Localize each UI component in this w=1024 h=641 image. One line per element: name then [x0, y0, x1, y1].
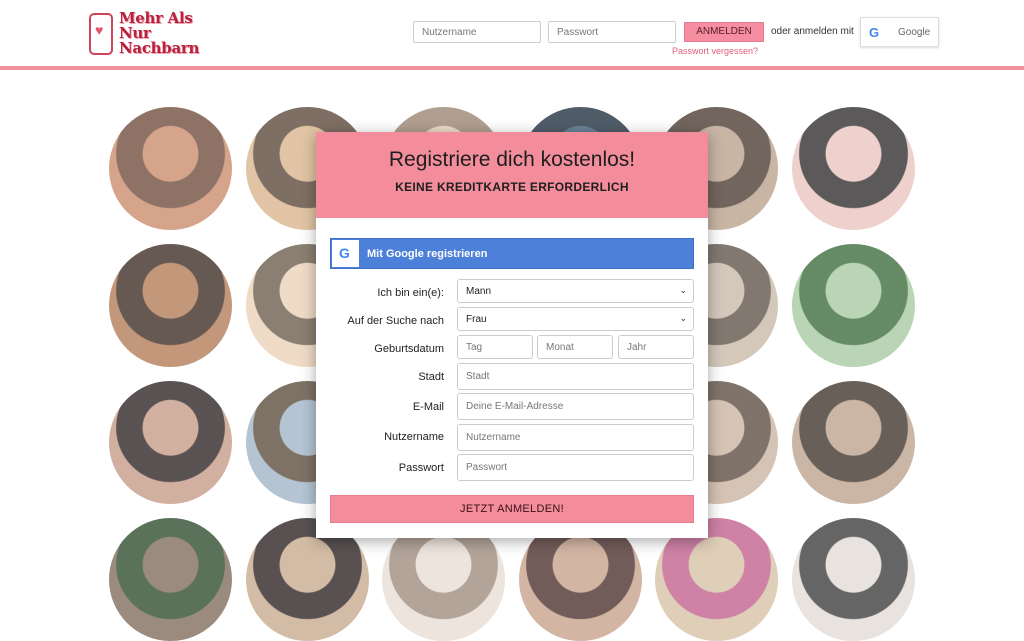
profile-photo: [792, 518, 915, 641]
city-input[interactable]: Stadt: [457, 363, 694, 390]
birth-day-input[interactable]: Tag: [457, 335, 533, 359]
google-login-button[interactable]: G Google: [860, 17, 939, 47]
or-login-with-text: oder anmelden mit: [771, 26, 854, 37]
profile-photo: [792, 107, 915, 230]
seeking-label: Auf der Suche nach: [347, 315, 444, 327]
chevron-down-icon: ⌄: [679, 313, 687, 323]
profile-photo: [109, 381, 232, 504]
seeking-value: Frau: [466, 314, 487, 325]
profile-photo: [109, 244, 232, 367]
signup-title: Registriere dich kostenlos!: [388, 148, 636, 171]
password-input[interactable]: Passwort: [457, 454, 694, 481]
google-register-label: Mit Google registrieren: [367, 248, 488, 260]
google-icon: G: [332, 240, 359, 267]
google-login-label: Google: [898, 27, 931, 38]
profile-photo: [792, 244, 915, 367]
top-bar: ♥ Mehr Als Nur Nachbarn Nutzername Passw…: [0, 0, 1024, 70]
profile-photo: [792, 381, 915, 504]
birth-year-input[interactable]: Jahr: [618, 335, 694, 359]
phone-heart-icon: ♥: [89, 13, 113, 55]
header-username-input[interactable]: Nutzername: [413, 21, 541, 43]
seeking-select[interactable]: Frau ⌄: [457, 307, 694, 331]
email-input[interactable]: Deine E-Mail-Adresse: [457, 393, 694, 420]
login-button[interactable]: ANMELDEN: [684, 22, 764, 42]
username-input[interactable]: Nutzername: [457, 424, 694, 451]
site-logo[interactable]: ♥ Mehr Als Nur Nachbarn: [89, 11, 209, 57]
chevron-down-icon: ⌄: [679, 285, 687, 295]
register-submit-button[interactable]: JETZT ANMELDEN!: [330, 495, 694, 523]
gender-value: Mann: [466, 286, 492, 297]
gender-label: Ich bin ein(e):: [377, 287, 444, 299]
gender-select[interactable]: Mann ⌄: [457, 279, 694, 303]
email-label: E-Mail: [412, 401, 444, 413]
profile-photo: [109, 107, 232, 230]
signup-subtitle: KEINE KREDITKARTE ERFORDERLICH: [395, 180, 629, 194]
logo-text: Mehr Als Nur Nachbarn: [119, 9, 200, 57]
google-register-button[interactable]: G Mit Google registrieren: [330, 238, 694, 269]
password-label: Passwort: [398, 462, 444, 474]
header-password-input[interactable]: Passwort: [548, 21, 676, 43]
username-label: Nutzername: [384, 431, 444, 443]
city-label: Stadt: [418, 371, 444, 383]
google-icon: G: [869, 25, 880, 40]
profile-photo: [109, 518, 232, 641]
forgot-password-link[interactable]: Passwort vergessen?: [672, 46, 758, 56]
signup-header: Registriere dich kostenlos! KEINE KREDIT…: [316, 132, 708, 218]
birth-month-input[interactable]: Monat: [537, 335, 613, 359]
signup-modal: Registriere dich kostenlos! KEINE KREDIT…: [316, 132, 708, 538]
birthdate-label: Geburtsdatum: [374, 343, 444, 355]
